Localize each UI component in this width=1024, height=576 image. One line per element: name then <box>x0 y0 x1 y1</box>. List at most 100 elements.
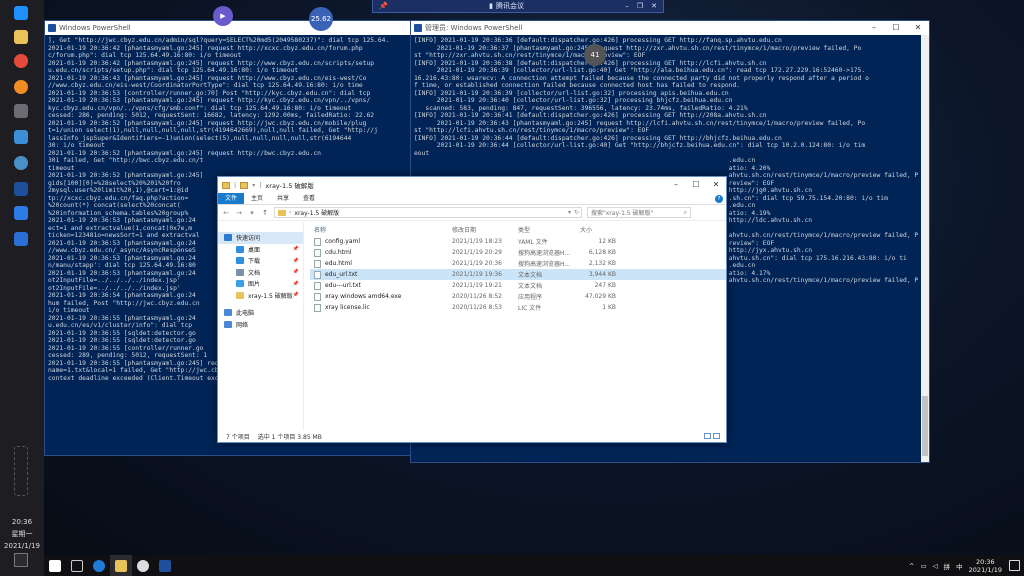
folder-icon <box>278 209 286 216</box>
pin-icon: 📌 <box>292 269 299 276</box>
nav-item[interactable]: 文档 📌 <box>218 267 303 279</box>
chrome-icon[interactable] <box>14 54 28 68</box>
tab-home[interactable]: 主页 <box>244 193 270 204</box>
nav-item[interactable]: xray-1.5 破解版 📌 <box>218 290 303 302</box>
file-list[interactable]: 名称 修改日期 类型 大小 config.yaml 2021/1/19 18:23… <box>310 222 726 430</box>
file-row[interactable]: edu_url.txt 2021/1/19 19:36 文本文档 3,944 KB <box>310 269 726 280</box>
firefox-icon[interactable] <box>14 80 28 94</box>
file-row[interactable]: xray license.lic 2020/11/26 8:53 LIC 文件 1 K… <box>310 302 726 313</box>
scrollbar-thumb[interactable] <box>922 396 928 456</box>
nav-item[interactable]: 快速访问 <box>218 232 303 244</box>
pin-icon[interactable]: 📌 <box>379 2 388 10</box>
network-icon[interactable]: ▭ <box>921 562 927 570</box>
bluetooth-icon[interactable] <box>14 232 28 246</box>
file-name: config.yaml <box>325 238 361 245</box>
console-line: .edu.cn <box>414 157 756 164</box>
nav-item[interactable]: 此电脑 <box>218 307 303 319</box>
column-header-type[interactable]: 类型 <box>518 225 576 234</box>
maximize-button[interactable]: ☐ <box>885 21 907 35</box>
nav-item[interactable]: 图片 📌 <box>218 278 303 290</box>
back-arrow-icon[interactable]: ← <box>222 209 230 217</box>
chevron-down-icon[interactable]: ▾ <box>252 182 255 189</box>
notification-icon[interactable] <box>1009 560 1020 571</box>
minimize-button[interactable]: – <box>625 2 629 10</box>
start-button[interactable] <box>44 555 66 576</box>
pin-icon: 📌 <box>292 246 299 253</box>
column-header-size[interactable]: 大小 <box>576 225 616 234</box>
dock-time: 20:36 <box>11 518 33 526</box>
tab-share[interactable]: 共享 <box>270 193 296 204</box>
file-row[interactable]: cdu.html 2021/1/19 20:29 搜狗高速浏览器H... 6,128 … <box>310 247 726 258</box>
title-bar[interactable]: Windows PowerShell <box>45 21 417 35</box>
recent-locations-icon[interactable]: ▾ <box>248 209 256 217</box>
windows-start-icon[interactable] <box>14 6 28 20</box>
breadcrumb-current[interactable]: xray-1.5 破解版 <box>294 208 339 217</box>
remote-session-toolbar[interactable]: 📌 ▮ 腾讯会议 – ❐ ✕ <box>372 0 664 13</box>
nav-item-label: 文档 <box>248 269 261 277</box>
large-icons-view-icon[interactable] <box>713 433 720 439</box>
close-button[interactable]: ✕ <box>907 21 929 35</box>
navigation-pane[interactable]: 快速访问 桌面 📌 下载 📌 文档 📌 图片 📌 xray-1.5 破解版 📌 此电脑 网络 <box>218 222 304 430</box>
file-row[interactable]: edu.html 2021/1/19 20:36 搜狗高速浏览器H... 2,132 … <box>310 258 726 269</box>
column-header-name[interactable]: 名称 <box>310 225 452 234</box>
file-row[interactable]: xray windows amd64.exe 2020/11/26 8:52 应用程… <box>310 291 726 302</box>
network-speed-bubble[interactable]: 25.62 <box>309 7 333 31</box>
ime-icon[interactable]: 拼 <box>944 561 951 571</box>
tab-file[interactable]: 文件 <box>218 193 245 204</box>
file-size: 47,029 KB <box>585 293 616 300</box>
scrollbar[interactable] <box>921 35 929 462</box>
console-line: [INFO] 2021-01-19 20:36:38 [default:disp… <box>414 59 767 67</box>
chevron-up-icon[interactable]: ^ <box>909 562 914 570</box>
nav-item[interactable]: 网络 <box>218 319 303 331</box>
file-manager-icon[interactable] <box>14 30 28 44</box>
powershell-icon[interactable] <box>154 555 176 576</box>
file-date: 2021/1/19 19:36 <box>452 271 502 278</box>
nav-item-icon <box>236 280 244 288</box>
file-explorer-icon[interactable] <box>110 555 132 576</box>
help-icon[interactable]: ? <box>715 195 723 203</box>
title-bar[interactable]: 管理员: Windows PowerShell – ☐ ✕ <box>411 21 929 35</box>
file-row[interactable]: edu---url.txt 2021/1/19 19:21 文本文档 247 KB <box>310 280 726 291</box>
search-input[interactable]: 搜索"xray-1.5 破解版" ⌕ <box>587 207 691 218</box>
tab-view[interactable]: 查看 <box>296 193 322 204</box>
minimize-button[interactable]: – <box>666 177 686 193</box>
meeting-float-button[interactable]: ▶ <box>213 6 233 26</box>
refresh-icon[interactable]: ↻ <box>574 209 581 216</box>
tray-icons[interactable] <box>14 446 28 496</box>
network-speed-bubble[interactable]: 41 <box>584 44 606 66</box>
console-line: 2021-01-19 20:36:53 [phantasmyaml.go:245… <box>48 97 371 104</box>
edge-icon[interactable] <box>88 555 110 576</box>
close-button[interactable]: ✕ <box>651 2 657 10</box>
address-bar[interactable]: › xray-1.5 破解版 ▾ ↻ <box>274 207 582 218</box>
file-explorer-window[interactable]: | ▾ | xray-1.5 破解版 – ☐ ✕ 文件 主页 共享 查看 ? ←… <box>217 176 727 443</box>
globe-icon[interactable] <box>14 156 28 170</box>
show-desktop-icon[interactable] <box>14 553 28 567</box>
title-bar[interactable]: | ▾ | xray-1.5 破解版 – ☐ ✕ <box>218 177 726 193</box>
nav-item[interactable]: 桌面 📌 <box>218 244 303 256</box>
up-arrow-icon[interactable]: ↑ <box>261 209 269 217</box>
chrome-icon[interactable] <box>132 555 154 576</box>
input-mode-icon[interactable]: 中 <box>956 561 963 571</box>
file-rows: config.yaml 2021/1/19 18:23 YAML 文件 12 KB cd… <box>310 236 726 313</box>
forward-arrow-icon[interactable]: → <box>235 209 243 217</box>
restore-button[interactable]: ❐ <box>637 2 643 10</box>
terminal-icon[interactable] <box>14 104 28 118</box>
meeting-icon[interactable] <box>14 206 28 220</box>
file-row[interactable]: config.yaml 2021/1/19 18:23 YAML 文件 12 KB <box>310 236 726 247</box>
console-line: 2021-01-19 20:36:53 [controller/runner.g… <box>48 89 371 97</box>
search-icon[interactable]: ⌕ <box>684 209 687 217</box>
task-view-icon[interactable] <box>66 555 88 576</box>
chevron-down-icon[interactable]: ▾ <box>568 209 571 216</box>
maximize-button[interactable]: ☐ <box>686 177 706 193</box>
nav-item[interactable]: 下载 📌 <box>218 255 303 267</box>
console-line: st "http://lcfi.ahvtu.sh.cn/rest/tinymce… <box>414 127 650 134</box>
details-view-icon[interactable] <box>704 433 711 439</box>
taskbar-clock[interactable]: 20:36 2021/1/19 <box>969 558 1002 574</box>
minimize-button[interactable]: – <box>863 21 885 35</box>
volume-icon[interactable]: ◁ <box>933 562 938 570</box>
close-button[interactable]: ✕ <box>706 177 726 193</box>
column-header-date[interactable]: 修改日期 <box>452 225 518 234</box>
powershell-icon[interactable] <box>14 182 28 196</box>
network-icon[interactable] <box>14 130 28 144</box>
nav-item-icon <box>224 320 232 328</box>
